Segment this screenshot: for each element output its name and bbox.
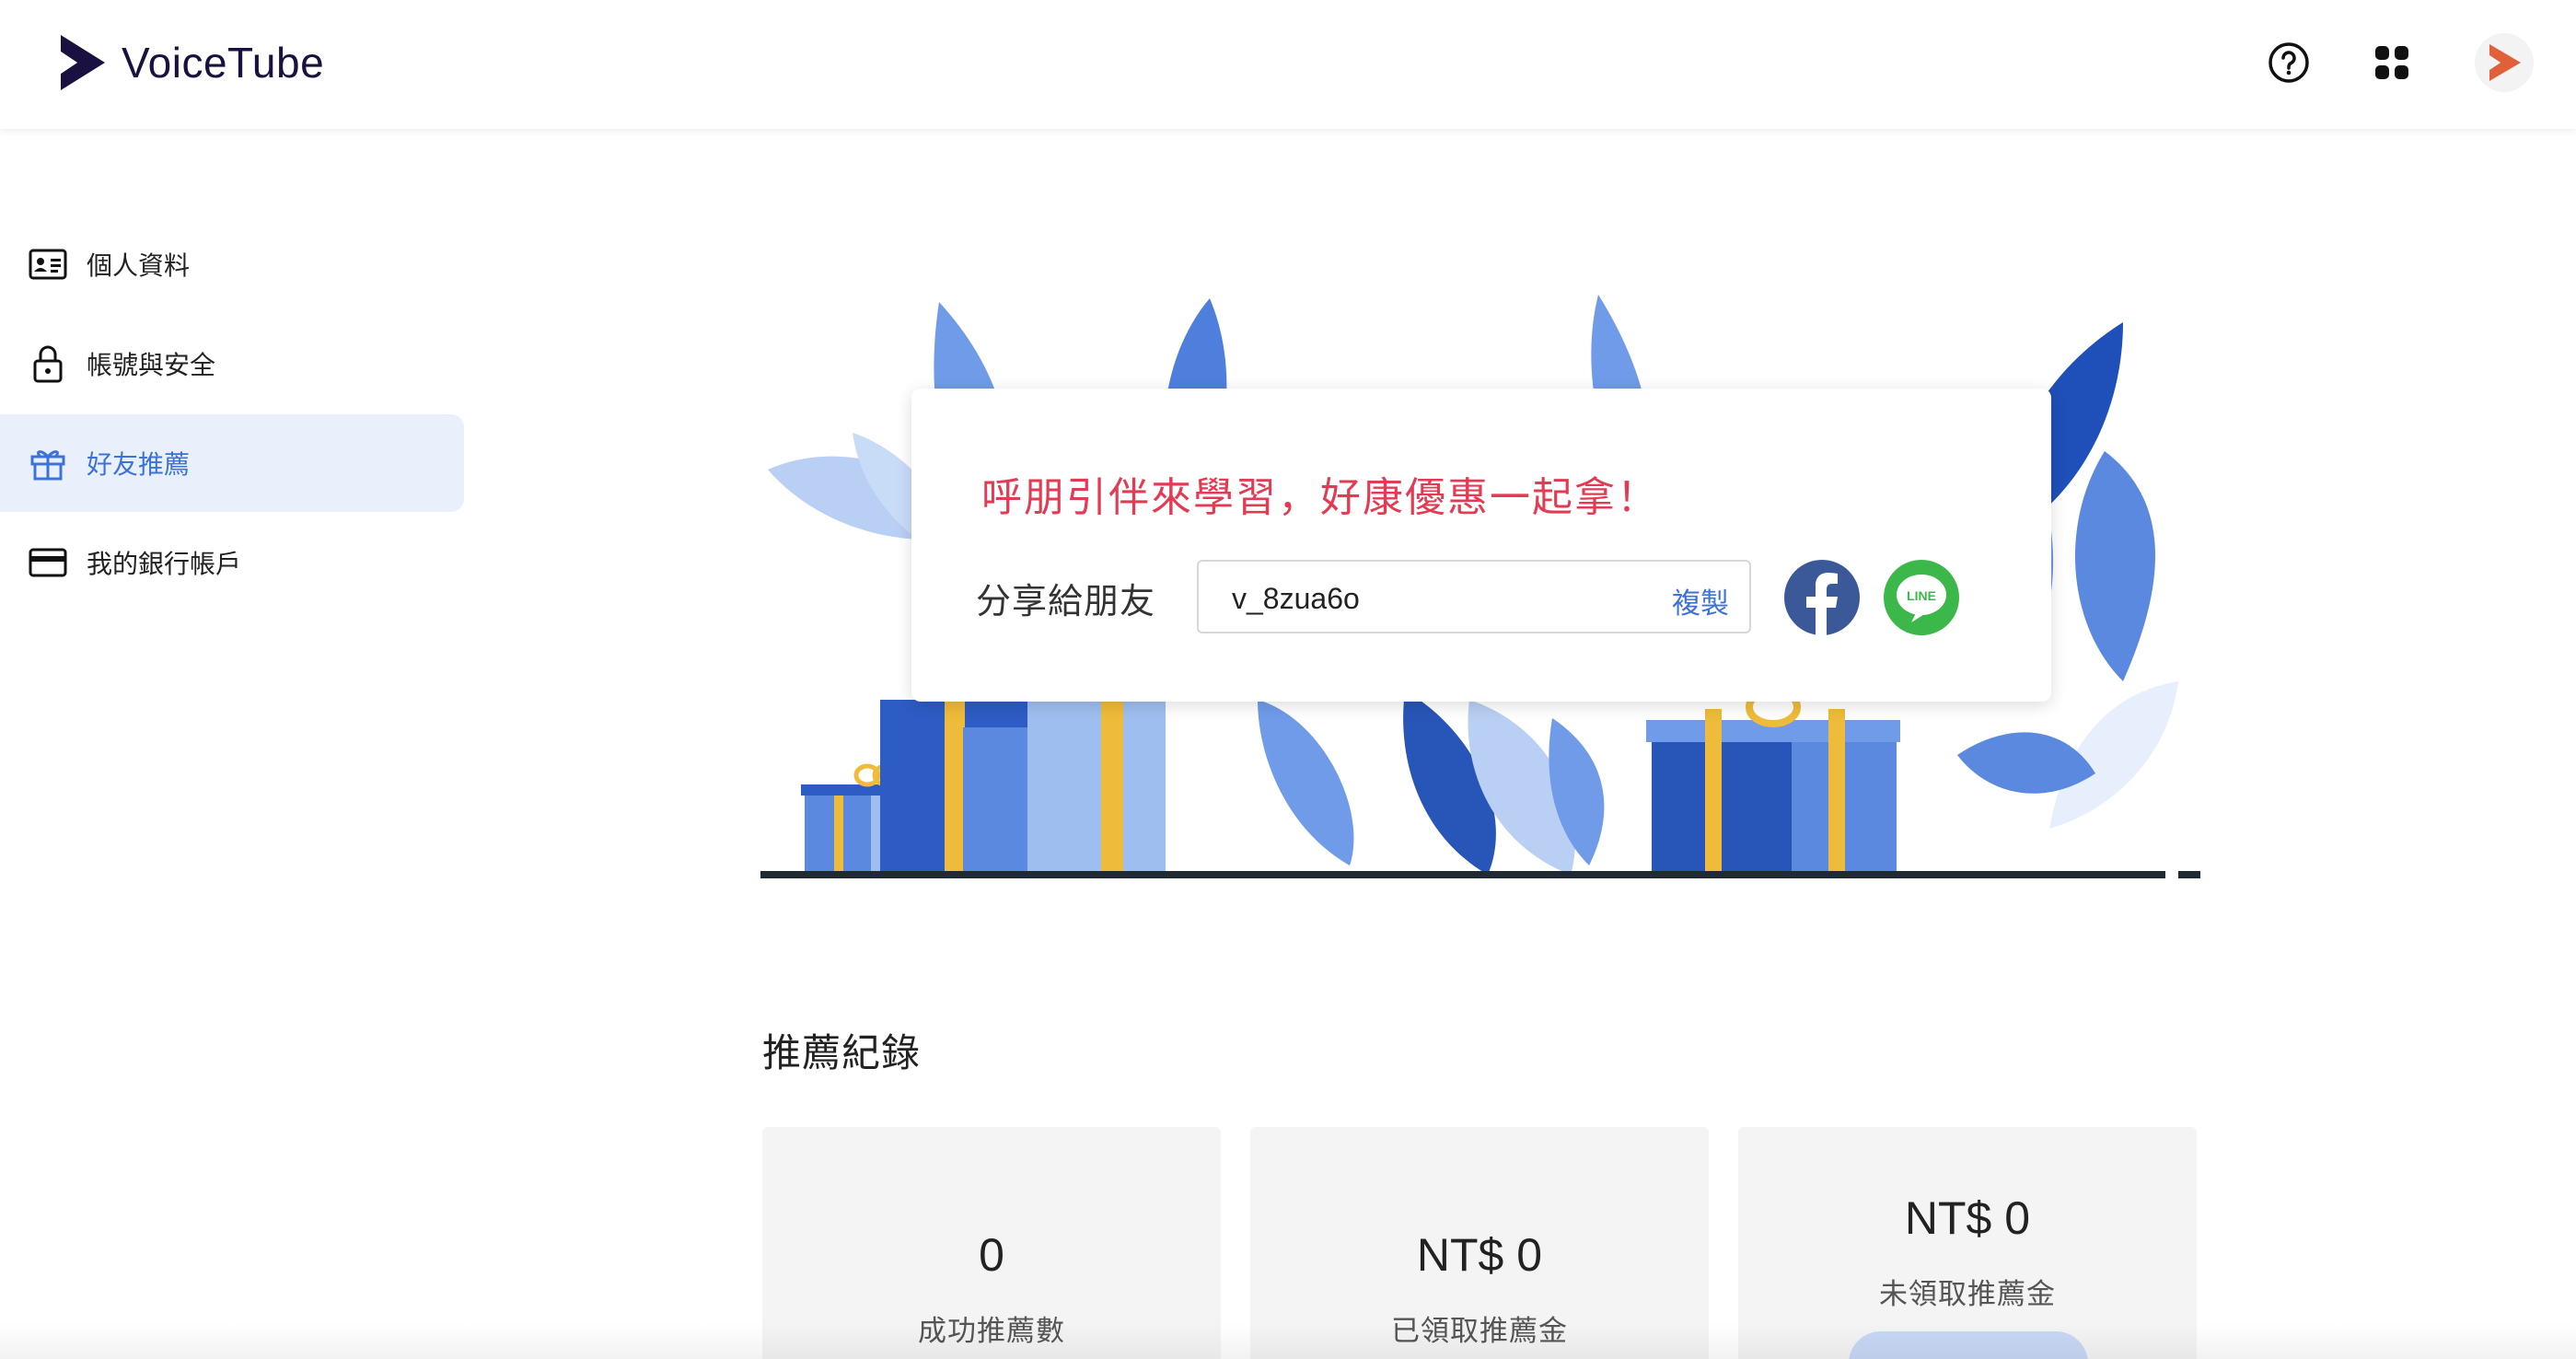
records-title: 推薦紀錄	[762, 1031, 922, 1074]
brand-logo[interactable]: VoiceTube	[57, 33, 324, 92]
stat-card-success-count: 0 成功推薦數	[762, 1127, 1221, 1359]
promo-title: 呼朋引伴來學習，好康優惠一起拿！	[981, 475, 1659, 520]
stat-value: NT$ 0	[1416, 1229, 1543, 1281]
sidebar-item-referral[interactable]: 好友推薦	[0, 414, 464, 512]
sidebar-item-account-security[interactable]: 帳號與安全	[0, 315, 464, 412]
line-icon: LINE	[1897, 575, 1946, 622]
sidebar-item-label: 帳號與安全	[87, 351, 216, 379]
stat-card-claimed-amount: NT$ 0 已領取推薦金	[1250, 1127, 1709, 1359]
stat-card-unclaimed-amount: NT$ 0 未領取推薦金	[1738, 1127, 2197, 1359]
lock-icon	[28, 343, 68, 384]
claim-button[interactable]	[1849, 1331, 2088, 1359]
brand-name: VoiceTube	[122, 39, 325, 87]
credit-card-icon	[28, 542, 68, 583]
referral-code-input[interactable]	[1232, 580, 1582, 617]
svg-text:LINE: LINE	[1907, 588, 1936, 603]
stat-label: 成功推薦數	[918, 1315, 1065, 1347]
question-circle-icon[interactable]	[2267, 41, 2311, 85]
share-card: 呼朋引伴來學習，好康優惠一起拿！ 分享給朋友 複製 LINE	[911, 389, 2051, 702]
grid-apps-icon[interactable]	[2372, 42, 2412, 83]
sidebar-item-label: 我的銀行帳戶	[87, 550, 242, 578]
top-header: VoiceTube	[0, 0, 2576, 129]
gift-icon	[28, 443, 68, 483]
id-card-icon	[28, 244, 68, 285]
stat-value: 0	[979, 1229, 1004, 1281]
stat-value: NT$ 0	[1904, 1192, 2031, 1244]
referral-code-box: 複製	[1197, 560, 1751, 633]
voicetube-play-icon	[2489, 44, 2521, 81]
copy-button[interactable]: 複製	[1672, 580, 1729, 621]
share-label: 分享給朋友	[976, 583, 1156, 621]
stat-label: 未領取推薦金	[1879, 1278, 2056, 1310]
sidebar-item-profile[interactable]: 個人資料	[0, 215, 464, 313]
voicetube-logo-icon	[61, 35, 105, 90]
facebook-icon	[1806, 573, 1838, 635]
settings-sidebar: 個人資料 帳號與安全 好友推薦 我的銀行帳戶	[0, 215, 464, 613]
sidebar-item-label: 好友推薦	[87, 450, 191, 479]
sidebar-item-label: 個人資料	[87, 251, 191, 280]
user-avatar[interactable]	[2475, 33, 2534, 92]
stat-label: 已領取推薦金	[1391, 1315, 1568, 1347]
line-share-button[interactable]: LINE	[1884, 560, 1959, 635]
facebook-share-button[interactable]	[1784, 560, 1860, 635]
sidebar-item-bank-account[interactable]: 我的銀行帳戶	[0, 514, 464, 611]
